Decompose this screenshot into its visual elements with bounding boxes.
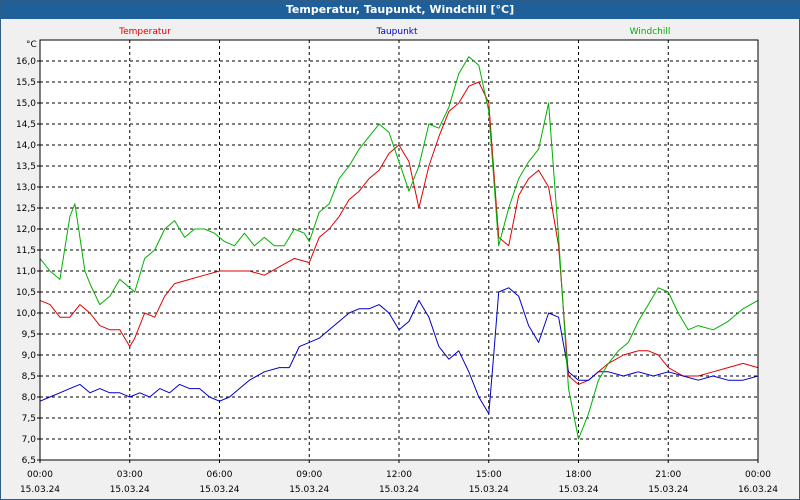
y-tick-label: 11,5 [16,246,36,256]
x-tick-label-date: 15.03.24 [199,485,239,495]
y-tick-label: 7,0 [22,435,37,445]
y-tick-label: 12,0 [16,225,36,235]
legend-label-taupunkt: Taupunkt [375,27,418,37]
x-tick-label-date: 15.03.24 [379,485,419,495]
y-tick-label: 9,5 [22,330,36,340]
y-axis-label: °C [26,40,37,50]
y-tick-label: 14,0 [16,141,36,151]
x-tick-label-date: 16.03.24 [738,485,778,495]
y-tick-label: 10,5 [16,288,36,298]
x-tick-label-time: 09:00 [296,470,322,480]
y-tick-label: 16,0 [16,57,36,67]
y-tick-label: 15,0 [16,99,36,109]
x-tick-label-time: 21:00 [655,470,681,480]
x-tick-label-date: 15.03.24 [558,485,598,495]
y-tick-label: 13,5 [16,162,36,172]
x-tick-label-time: 15:00 [476,470,502,480]
y-tick-label: 10,0 [16,309,36,319]
x-tick-label-date: 15.03.24 [469,485,509,495]
x-tick-label-date: 15.03.24 [648,485,688,495]
x-tick-label-time: 18:00 [566,470,592,480]
y-tick-label: 9,0 [22,351,37,361]
legend-label-temperatur: Temperatur [118,27,171,37]
y-tick-label: 11,0 [16,267,36,277]
legend-label-windchill: Windchill [630,27,671,37]
x-tick-label-time: 06:00 [207,470,233,480]
x-tick-label-time: 00:00 [745,470,771,480]
x-tick-label-date: 15.03.24 [110,485,150,495]
y-tick-label: 8,0 [22,393,37,403]
y-tick-label: 12,5 [16,204,36,214]
x-tick-label-date: 15.03.24 [289,485,329,495]
y-tick-label: 15,5 [16,78,36,88]
y-tick-label: 7,5 [22,414,36,424]
line-chart: 6,5 7,0 7,5 8,0 8,5 9,0 9,5 10,0 10,5 11,0 11,5 12,… [16,27,778,495]
y-tick-label: 13,0 [16,183,36,193]
y-tick-label: 8,5 [22,372,36,382]
x-tick-label-time: 12:00 [386,470,412,480]
x-tick-label-date: 15.03.24 [20,485,60,495]
x-tick-label-time: 00:00 [27,470,53,480]
x-tick-label-time: 03:00 [117,470,143,480]
y-tick-label: 14,5 [16,120,36,130]
y-tick-label: 6,5 [22,456,36,466]
